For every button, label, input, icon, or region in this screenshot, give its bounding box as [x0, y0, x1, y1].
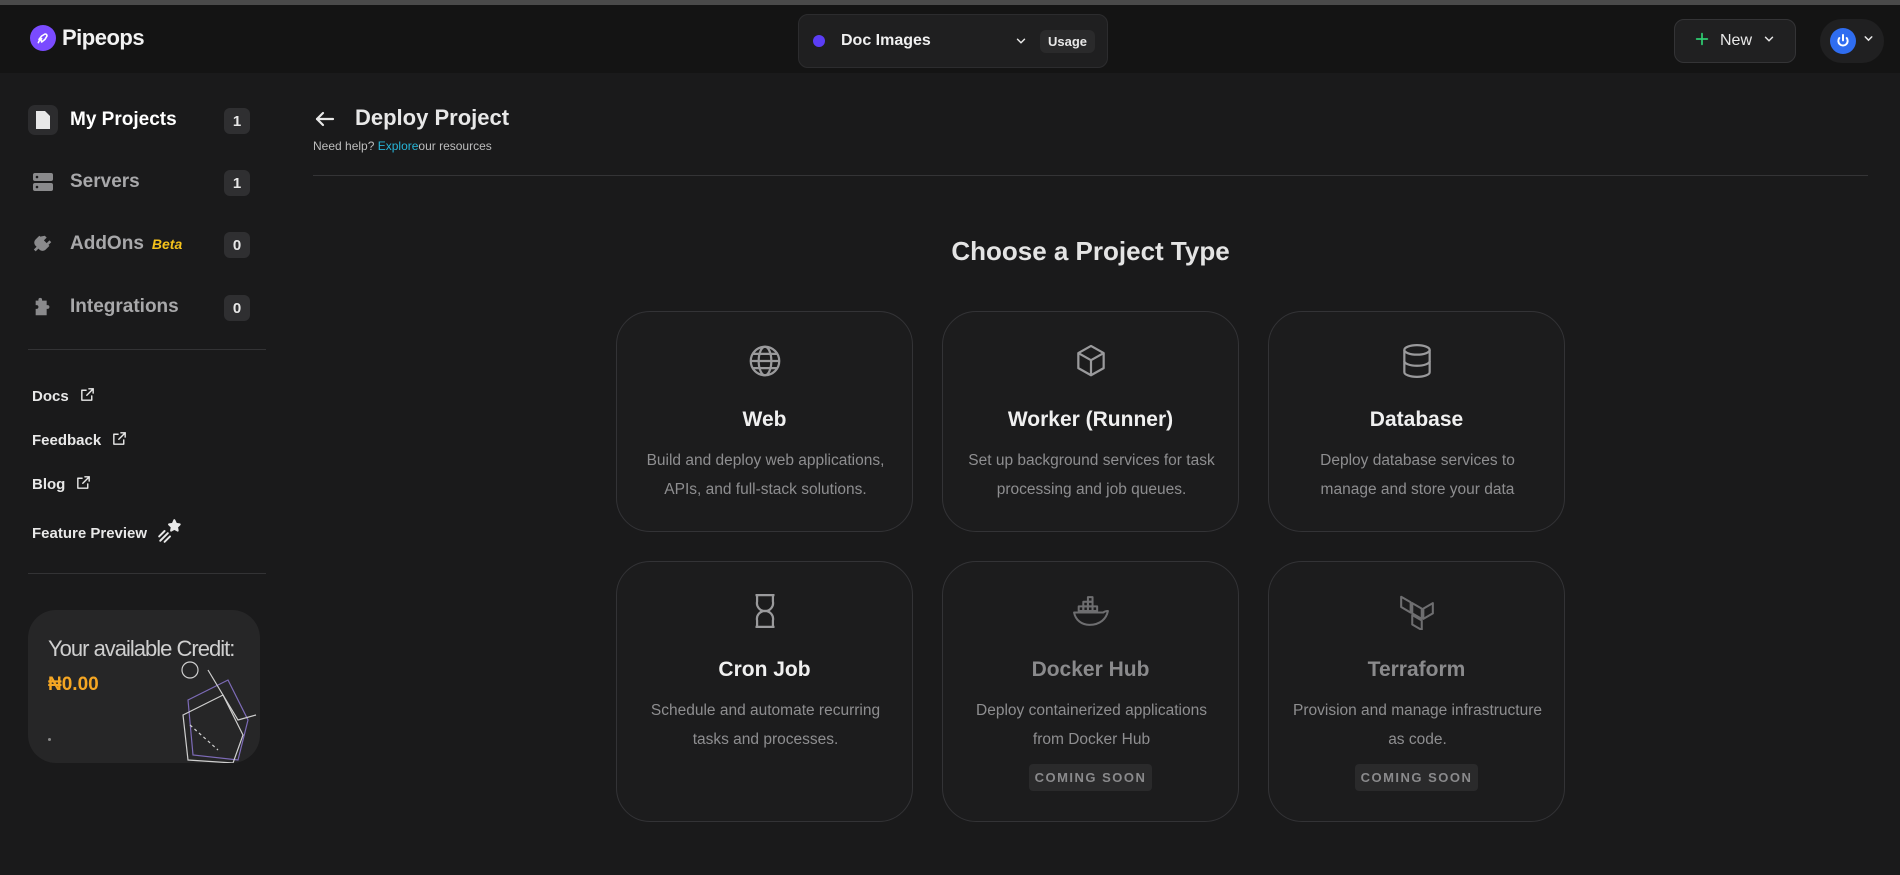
- project-type-card-terraform[interactable]: Terraform Provision and manage infrastru…: [1268, 561, 1565, 822]
- beta-badge: Beta: [151, 236, 183, 252]
- project-name: Doc Images: [841, 32, 931, 49]
- power-icon: [1829, 28, 1856, 54]
- card-title: Database: [1369, 408, 1464, 431]
- rocket-icon: [30, 25, 56, 51]
- usage-button[interactable]: Usage: [1039, 29, 1095, 53]
- main-content: Deploy Project Need help? Exploreour res…: [313, 73, 1870, 875]
- sidebar-link-feature-preview[interactable]: Feature Preview: [32, 518, 183, 548]
- page-title: Deploy Project: [355, 105, 510, 130]
- puzzle-icon: [28, 292, 58, 322]
- card-title: Terraform: [1367, 658, 1466, 681]
- chevron-down-icon: [1762, 32, 1776, 51]
- sidebar-link-docs[interactable]: Docs: [32, 386, 96, 407]
- sidebar-item-addons[interactable]: AddOns Beta 0: [28, 224, 250, 264]
- user-menu-button[interactable]: [1820, 19, 1884, 63]
- app-logo[interactable]: Pipeops: [30, 25, 145, 51]
- credit-card: Your available Credit: ₦0.00: [28, 610, 260, 763]
- credit-dot: [48, 738, 51, 741]
- chevron-down-icon: [1862, 32, 1875, 50]
- header-divider: [313, 175, 1868, 176]
- project-type-card-docker-hub[interactable]: Docker Hub Deploy containerized applicat…: [942, 561, 1239, 822]
- card-title: Web: [742, 408, 787, 431]
- sidebar-item-servers[interactable]: Servers 1: [28, 162, 250, 202]
- link-label: Feature Preview: [32, 524, 148, 542]
- sidebar-item-label: Integrations: [70, 296, 179, 317]
- wallet-illustration: [181, 661, 257, 763]
- explore-link[interactable]: Explore: [378, 139, 419, 153]
- sparkle-star-icon: [157, 518, 183, 548]
- credit-label: Your available Credit:: [48, 636, 235, 661]
- link-label: Feedback: [32, 432, 102, 449]
- sidebar-divider: [28, 349, 266, 350]
- new-button-label: New: [1719, 32, 1752, 49]
- external-link-icon: [75, 474, 92, 495]
- sidebar-item-label: Servers: [70, 171, 140, 192]
- card-description: Deploy containerized applications from D…: [976, 702, 1207, 748]
- project-switcher[interactable]: Doc Images Usage: [798, 14, 1108, 68]
- card-title: Docker Hub: [1031, 658, 1150, 681]
- terraform-icon: [1269, 592, 1564, 630]
- project-type-card-database[interactable]: Database Deploy database services to man…: [1268, 311, 1565, 532]
- chevron-down-icon[interactable]: [1014, 34, 1028, 48]
- new-button[interactable]: New: [1674, 19, 1796, 63]
- card-description: Schedule and automate recurring tasks an…: [650, 702, 881, 748]
- link-label: Blog: [32, 476, 66, 493]
- help-text: Need help? Exploreour resources: [313, 139, 492, 153]
- sidebar-item-my-projects[interactable]: My Projects 1: [28, 100, 250, 140]
- count-badge: 0: [224, 232, 250, 258]
- hourglass-icon: [617, 592, 912, 630]
- card-title: Worker (Runner): [1007, 408, 1174, 431]
- coming-soon-badge: COMING SOON: [943, 764, 1238, 791]
- top-bar: Pipeops Doc Images Usage New: [0, 5, 1900, 73]
- sidebar-item-label: AddOns: [70, 233, 144, 254]
- coming-soon-label: COMING SOON: [1028, 764, 1153, 791]
- docker-icon: [943, 592, 1238, 630]
- card-description: Set up background services for task proc…: [968, 452, 1215, 498]
- card-title: Cron Job: [718, 658, 811, 681]
- server-icon: [28, 167, 58, 197]
- cube-icon: [943, 342, 1238, 380]
- help-prefix: Need help?: [313, 139, 378, 153]
- project-type-card-web[interactable]: Web Build and deploy web applications, A…: [616, 311, 913, 532]
- sidebar-link-feedback[interactable]: Feedback: [32, 430, 128, 451]
- file-icon: [28, 105, 58, 135]
- credit-value: ₦0.00: [48, 674, 99, 695]
- sidebar-item-integrations[interactable]: Integrations 0: [28, 287, 250, 327]
- app-name: Pipeops: [62, 25, 145, 50]
- coming-soon-badge: COMING SOON: [1269, 764, 1564, 791]
- external-link-icon: [79, 386, 96, 407]
- sidebar-divider: [28, 573, 266, 574]
- count-badge: 0: [224, 295, 250, 321]
- project-type-card-worker[interactable]: Worker (Runner) Set up background servic…: [942, 311, 1239, 532]
- plug-icon: [28, 229, 58, 259]
- database-icon: [1269, 342, 1564, 380]
- project-status-dot: [813, 35, 825, 47]
- external-link-icon: [111, 430, 128, 451]
- card-description: Deploy database services to manage and s…: [1320, 452, 1515, 498]
- card-description: Build and deploy web applications, APIs,…: [646, 452, 885, 498]
- plus-icon: [1694, 31, 1710, 52]
- back-arrow-icon[interactable]: [313, 107, 337, 136]
- coming-soon-label: COMING SOON: [1354, 764, 1479, 791]
- card-description: Provision and manage infrastructure as c…: [1293, 702, 1542, 748]
- count-badge: 1: [224, 170, 250, 196]
- sidebar-link-blog[interactable]: Blog: [32, 474, 92, 495]
- globe-icon: [617, 342, 912, 380]
- help-suffix: our resources: [418, 139, 492, 153]
- sidebar-item-label: My Projects: [70, 109, 177, 130]
- project-type-card-cron-job[interactable]: Cron Job Schedule and automate recurring…: [616, 561, 913, 822]
- count-badge: 1: [224, 108, 250, 134]
- link-label: Docs: [32, 388, 69, 405]
- section-title: Choose a Project Type: [951, 236, 1230, 266]
- sidebar: My Projects 1 Servers 1 AddOns Beta 0 In…: [0, 73, 290, 875]
